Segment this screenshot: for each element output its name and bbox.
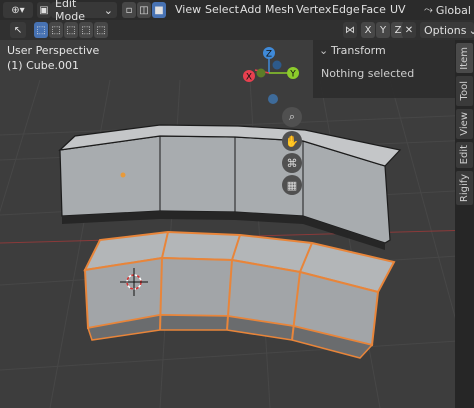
chevron-down-icon: ⌄ <box>468 23 474 37</box>
camera-icon: ⌘ <box>286 156 298 170</box>
face-select-button[interactable]: ■ <box>152 2 166 18</box>
options-label: Options <box>424 23 467 37</box>
select-subtract-icon: ⬚ <box>66 24 76 36</box>
select-new-button[interactable]: ⬚ <box>34 22 48 38</box>
zoom-button[interactable]: ⌕ <box>282 107 302 127</box>
tab-rigify[interactable]: Rigify <box>456 171 473 205</box>
menu-face[interactable]: Face <box>361 3 386 16</box>
mesh-icon: ▣ <box>39 4 49 16</box>
axis-x-label: X <box>364 24 372 36</box>
tab-item[interactable]: Item <box>456 43 473 73</box>
object-mode-icon-button[interactable]: ▣ <box>37 2 51 18</box>
menu-uv[interactable]: UV <box>390 3 406 16</box>
pan-button[interactable]: ✋ <box>282 131 302 151</box>
vertex-select-icon: ▫ <box>125 4 133 16</box>
gizmo-x-label: X <box>246 73 252 83</box>
edge-select-button[interactable]: ◫ <box>137 2 151 18</box>
gizmo-y-label: Y <box>289 70 296 80</box>
tab-view[interactable]: View <box>456 109 473 139</box>
orientation-icon: ⤳ <box>424 3 433 16</box>
vertex-select-button[interactable]: ▫ <box>122 2 136 18</box>
select-extend-button[interactable]: ⬚ <box>49 22 63 38</box>
orientation-label: Global <box>435 3 471 17</box>
grid-icon: ▦ <box>286 178 298 192</box>
viewport-icon: ⊕▾ <box>11 4 25 16</box>
navigation-gizmo[interactable]: Z Y X <box>235 43 305 113</box>
mirror-x-button[interactable]: X <box>361 22 375 38</box>
front-mesh-object <box>83 230 396 359</box>
back-mesh-object <box>58 124 402 250</box>
header-bar: ⊕▾ ▣ Edit Mode ⌄ ▫ ◫ ■ View Select Add M… <box>0 0 474 23</box>
transform-panel-title[interactable]: Transform <box>331 44 386 57</box>
editor-type-button[interactable]: ⊕▾ <box>3 2 33 18</box>
select-extend-icon: ⬚ <box>51 24 61 36</box>
menu-view[interactable]: View <box>175 3 201 16</box>
camera-view-button[interactable]: ⌘ <box>282 153 302 173</box>
perspective-toggle-button[interactable]: ▦ <box>282 175 302 195</box>
axis-y-label: Y <box>379 24 387 36</box>
gizmo-z-label: Z <box>266 50 272 60</box>
select-intersect-button[interactable]: ⬚ <box>94 22 108 38</box>
tab-tool[interactable]: Tool <box>456 76 473 106</box>
menu-add[interactable]: Add <box>240 3 261 16</box>
view-name-label: User Perspective <box>7 44 100 57</box>
transform-collapse-icon[interactable]: ⌄ <box>319 44 328 57</box>
select-invert-button[interactable]: ⬚ <box>79 22 93 38</box>
tool-settings-bar: ↖ ⬚ ⬚ ⬚ ⬚ ⬚ ⋈ X Y Z ✕ Options ⌄ <box>0 20 474 40</box>
menu-edge[interactable]: Edge <box>332 3 360 16</box>
edge-select-icon: ◫ <box>139 4 149 16</box>
menu-mesh[interactable]: Mesh <box>265 3 294 16</box>
object-origin-dot <box>120 172 126 178</box>
object-info-label: (1) Cube.001 <box>7 59 79 72</box>
select-box-icon: ⬚ <box>36 24 46 36</box>
gizmo-neg-z-handle <box>272 60 282 70</box>
sidebar-panel: ⌄ Transform Nothing selected <box>313 40 455 98</box>
snap-options-button[interactable]: ✕ <box>402 22 416 38</box>
cursor-arrow-icon: ↖ <box>13 24 23 36</box>
transform-orientation-dropdown[interactable]: ⤳ Global <box>420 2 474 18</box>
chevron-down-icon: ⌄ <box>103 3 113 17</box>
tab-edit[interactable]: Edit <box>456 142 473 168</box>
butterfly-icon: ⋈ <box>345 24 355 36</box>
mode-dropdown[interactable]: Edit Mode ⌄ <box>51 0 117 23</box>
mirror-y-button[interactable]: Y <box>376 22 390 38</box>
menu-select[interactable]: Select <box>205 3 239 16</box>
hand-icon: ✋ <box>285 134 299 148</box>
mirror-button[interactable]: ⋈ <box>343 22 357 38</box>
select-intersect-icon: ⬚ <box>96 24 106 36</box>
tool-cursor-button[interactable]: ↖ <box>10 22 26 38</box>
magnifier-icon: ⌕ <box>288 110 296 123</box>
select-invert-icon: ⬚ <box>81 24 91 36</box>
gizmo-neg-y-handle <box>256 68 266 78</box>
gizmo-neg-handle <box>268 94 278 104</box>
options-dropdown[interactable]: Options ⌄ <box>420 22 474 38</box>
wrench-icon: ✕ <box>404 24 414 36</box>
select-subtract-button[interactable]: ⬚ <box>64 22 78 38</box>
nothing-selected-text: Nothing selected <box>321 67 415 80</box>
sidebar-tabs: Item Tool View Edit Rigify <box>455 40 474 408</box>
axis-z-label: Z <box>394 24 402 36</box>
face-select-icon: ■ <box>154 4 164 16</box>
menu-vertex[interactable]: Vertex <box>296 3 331 16</box>
